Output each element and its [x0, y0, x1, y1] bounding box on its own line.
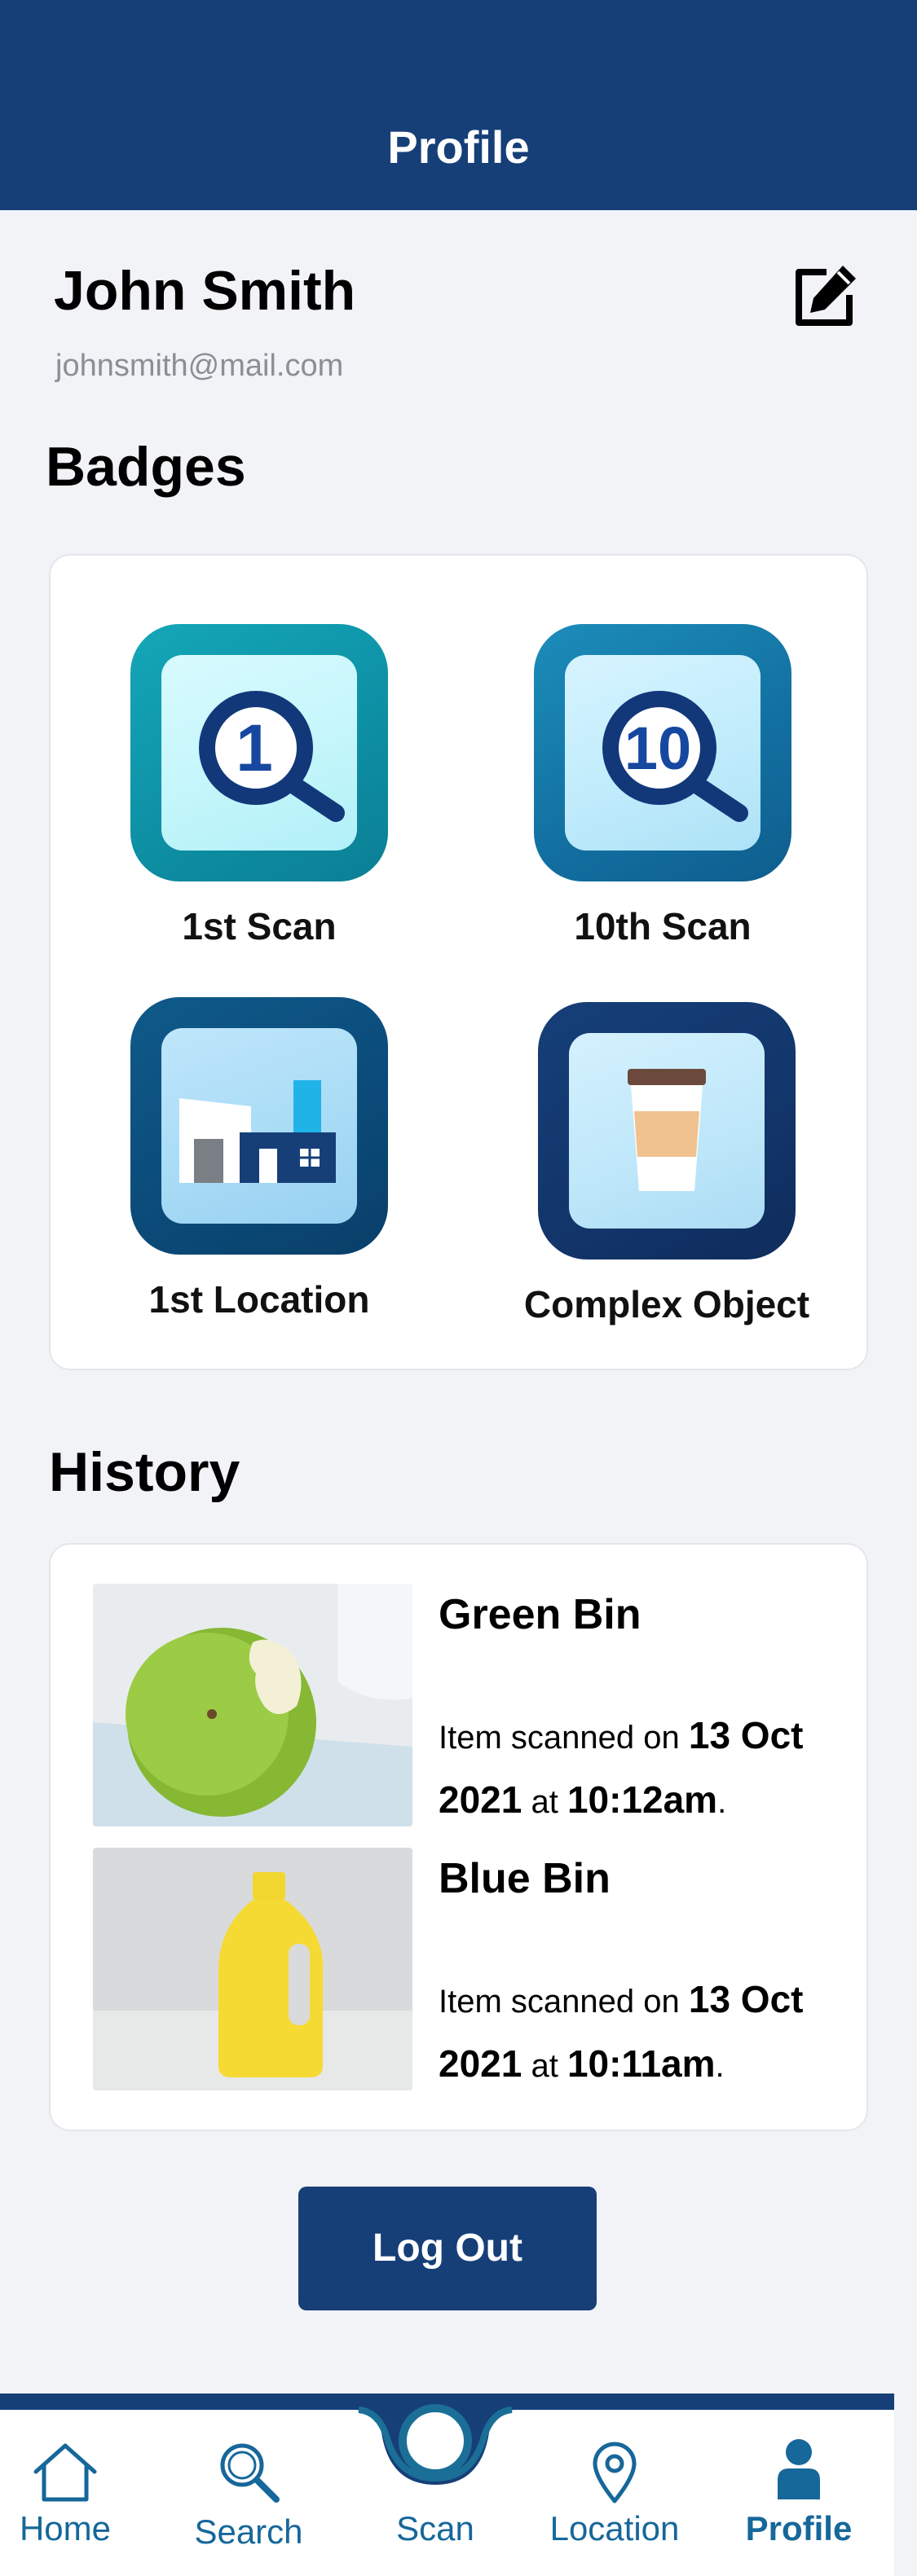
history-card: Green Bin Item scanned on 13 Oct 2021 at… — [49, 1543, 868, 2131]
history-scan-text: Item scanned on 13 Oct 2021 at 10:11am. — [439, 1978, 804, 2085]
nav-profile[interactable]: Profile — [717, 2410, 880, 2576]
history-scan-text: Item scanned on 13 Oct 2021 at 10:12am. — [439, 1714, 804, 1821]
badge-1st-location[interactable]: 1st Location — [88, 997, 430, 1321]
history-bin-label: Blue Bin — [439, 1855, 611, 1902]
search-icon — [220, 2443, 280, 2503]
history-heading: History — [49, 1441, 240, 1503]
history-item[interactable]: Blue Bin Item scanned on 13 Oct 2021 at … — [93, 1848, 827, 2090]
person-icon — [778, 2439, 820, 2499]
svg-text:1: 1 — [236, 711, 273, 785]
bottom-nav: Home Search Scan Location Profile — [0, 2394, 894, 2576]
scan-time: 10:12am — [567, 1778, 718, 1821]
nav-scan[interactable]: Scan — [354, 2394, 517, 2576]
user-email: johnsmith@mail.com — [55, 349, 344, 383]
edit-profile-button[interactable] — [791, 261, 861, 331]
nav-location[interactable]: Location — [533, 2410, 696, 2576]
nav-label: Home — [19, 2509, 112, 2547]
app-header: Profile — [0, 0, 917, 210]
badge-label: 10th Scan — [574, 905, 752, 947]
nav-search[interactable]: Search — [167, 2410, 330, 2576]
svg-text:10: 10 — [624, 714, 691, 782]
user-name: John Smith — [54, 260, 356, 322]
badge-1st-scan[interactable]: 1 1st Scan — [88, 624, 430, 948]
logout-button[interactable]: Log Out — [298, 2187, 597, 2310]
nav-label: Scan — [396, 2509, 474, 2547]
location-pin-icon — [593, 2442, 637, 2503]
nav-home[interactable]: Home — [0, 2410, 147, 2576]
badge-10th-scan[interactable]: 10 10th Scan — [492, 624, 834, 948]
scan-time: 10:11am — [567, 2042, 716, 2085]
magnifier-10-icon: 10 — [534, 624, 791, 881]
scan-icon — [354, 2394, 517, 2485]
badge-label: 1st Scan — [182, 905, 337, 947]
home-icon — [33, 2443, 97, 2502]
magnifier-1-icon: 1 — [130, 624, 388, 881]
bottle-photo — [93, 1848, 412, 2090]
badges-heading: Badges — [46, 436, 246, 498]
badge-label: Complex Object — [523, 1283, 810, 1325]
page-title: Profile — [387, 121, 530, 173]
nav-label: Location — [549, 2509, 680, 2547]
badge-complex-object[interactable]: Complex Object — [496, 1002, 838, 1326]
history-bin-label: Green Bin — [439, 1591, 641, 1638]
badge-label: 1st Location — [148, 1278, 370, 1321]
apple-photo — [93, 1584, 412, 1826]
history-item[interactable]: Green Bin Item scanned on 13 Oct 2021 at… — [93, 1584, 827, 1826]
badges-card: 1 1st Scan 10 10th Scan 1st Location Com… — [49, 554, 868, 1370]
edit-icon — [796, 266, 856, 326]
nav-label: Profile — [745, 2509, 853, 2547]
building-icon — [130, 997, 388, 1255]
coffee-cup-icon — [538, 1002, 796, 1259]
nav-label: Search — [194, 2512, 303, 2551]
